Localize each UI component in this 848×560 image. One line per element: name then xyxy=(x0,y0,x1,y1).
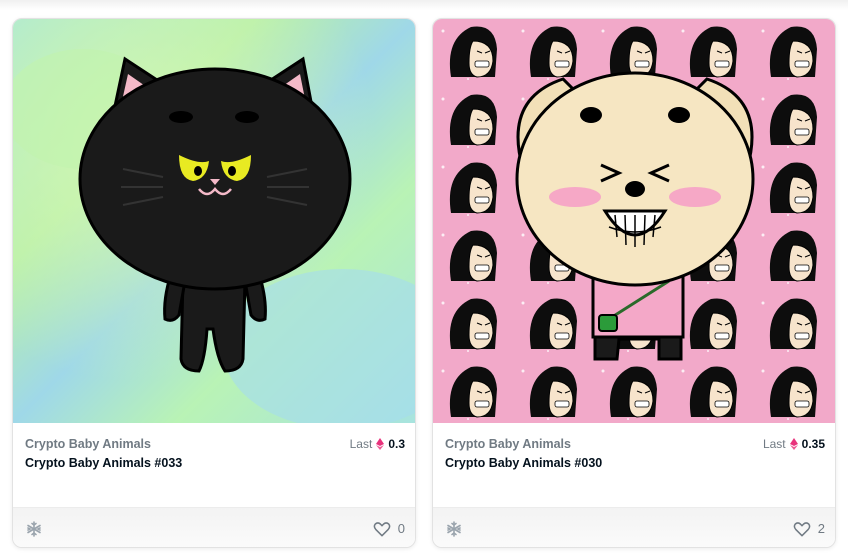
black-cat-illustration xyxy=(13,19,415,423)
item-name[interactable]: Crypto Baby Animals #033 xyxy=(25,456,405,470)
last-price: Last 0.35 xyxy=(763,437,825,451)
eth-diamond-icon xyxy=(789,438,798,450)
beige-dog-illustration xyxy=(433,19,835,423)
card-info: Crypto Baby Animals Crypto Baby Animals … xyxy=(433,423,835,507)
price-label: Last xyxy=(349,437,373,451)
nft-image[interactable] xyxy=(13,19,415,423)
heart-icon xyxy=(793,521,811,536)
last-price: Last 0.3 xyxy=(350,437,405,451)
card-footer: 0 xyxy=(13,507,415,547)
like-button[interactable]: 2 xyxy=(792,519,825,539)
heart-icon xyxy=(373,521,391,536)
card-footer: 2 xyxy=(433,507,835,547)
card-info: Crypto Baby Animals Crypto Baby Animals … xyxy=(13,423,415,507)
snowflake-icon xyxy=(447,520,461,537)
snowflake-icon xyxy=(27,520,41,537)
like-count: 0 xyxy=(397,521,405,536)
price-value: 0.3 xyxy=(388,437,405,451)
price-value: 0.35 xyxy=(801,437,825,451)
like-button[interactable]: 0 xyxy=(372,519,405,539)
collection-name[interactable]: Crypto Baby Animals xyxy=(25,437,405,451)
top-strip xyxy=(0,0,848,10)
like-count: 2 xyxy=(817,521,825,536)
eth-diamond-icon xyxy=(376,438,385,450)
price-label: Last xyxy=(762,437,786,451)
nft-card[interactable]: Crypto Baby Animals Crypto Baby Animals … xyxy=(432,18,836,548)
nft-card[interactable]: Crypto Baby Animals Crypto Baby Animals … xyxy=(12,18,416,548)
nft-image[interactable] xyxy=(433,19,835,423)
item-name[interactable]: Crypto Baby Animals #030 xyxy=(445,456,825,470)
